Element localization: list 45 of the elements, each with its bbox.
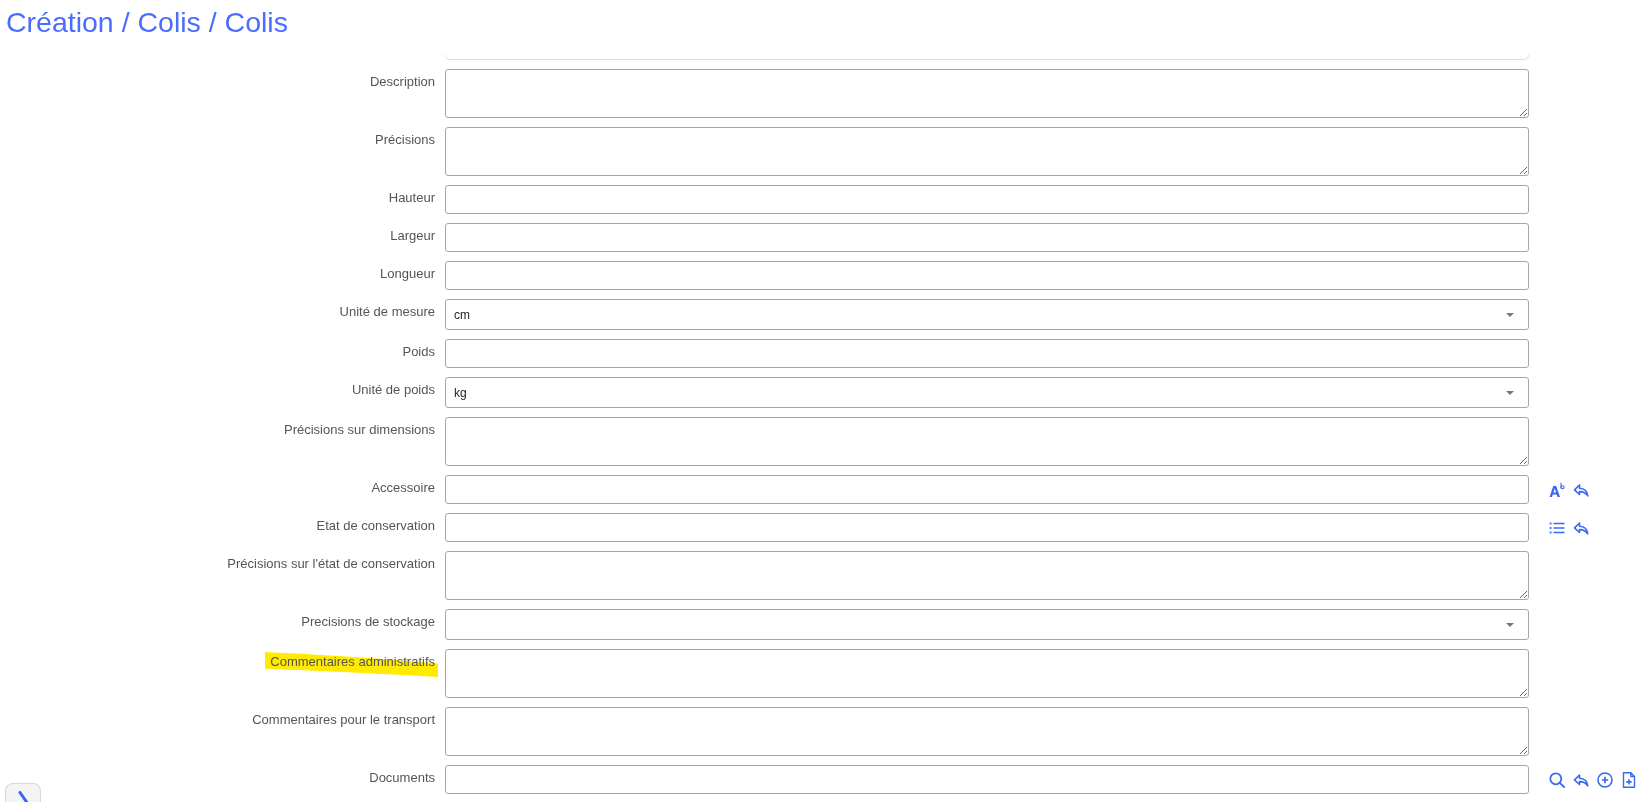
- undo-icon[interactable]: [1573, 771, 1589, 788]
- plus-circle-icon[interactable]: [1597, 771, 1613, 788]
- search-icon[interactable]: [1549, 771, 1565, 788]
- field-label: Précisions sur dimensions: [284, 421, 435, 437]
- text-field[interactable]: [445, 339, 1529, 368]
- field-label: Commentaires pour le transport: [252, 711, 435, 727]
- text-field[interactable]: [445, 185, 1529, 214]
- select-field[interactable]: cm: [445, 299, 1529, 330]
- field-label: Précisions: [375, 131, 435, 147]
- field-label: Longueur: [380, 265, 435, 281]
- text-field[interactable]: [445, 513, 1529, 542]
- text-area[interactable]: [445, 649, 1529, 698]
- field-label: Description: [369, 73, 435, 89]
- caret-icon: [1506, 312, 1514, 317]
- text-field[interactable]: [445, 261, 1529, 290]
- undo-icon[interactable]: [1573, 519, 1589, 536]
- field-label: Precisions de stockage: [301, 613, 435, 629]
- file-plus-icon[interactable]: [1621, 771, 1637, 788]
- page-title: Création / Colis / Colis: [6, 6, 288, 38]
- sidebar-toggle-button[interactable]: [5, 783, 41, 802]
- superscript-icon[interactable]: [1549, 481, 1565, 498]
- field-label: Etat de conservation: [316, 517, 435, 533]
- select-field[interactable]: kg: [445, 377, 1529, 408]
- list-icon[interactable]: [1549, 519, 1565, 536]
- select-field[interactable]: [445, 609, 1529, 640]
- text-area[interactable]: [445, 417, 1529, 466]
- field-label: Documents: [369, 769, 435, 785]
- field-label: Hauteur: [388, 189, 435, 205]
- field-label: Unité de poids: [351, 381, 435, 397]
- field-label: Précisions sur l'état de conservation: [227, 555, 435, 571]
- text-field[interactable]: [445, 765, 1529, 794]
- text-area[interactable]: [445, 707, 1529, 756]
- text-area[interactable]: [445, 69, 1529, 118]
- field-label: Accessoire: [371, 479, 435, 495]
- text-field[interactable]: [445, 223, 1529, 252]
- caret-icon: [1506, 622, 1514, 627]
- text-area[interactable]: [445, 551, 1529, 600]
- field-label: Unité de mesure: [339, 303, 435, 319]
- text-area[interactable]: [445, 127, 1529, 176]
- field-label: Poids: [402, 343, 435, 359]
- text-field[interactable]: [445, 475, 1529, 504]
- caret-icon: [1506, 390, 1514, 395]
- field-label: Largeur: [390, 227, 435, 243]
- undo-icon[interactable]: [1573, 481, 1589, 498]
- chevron-icon: [18, 791, 30, 802]
